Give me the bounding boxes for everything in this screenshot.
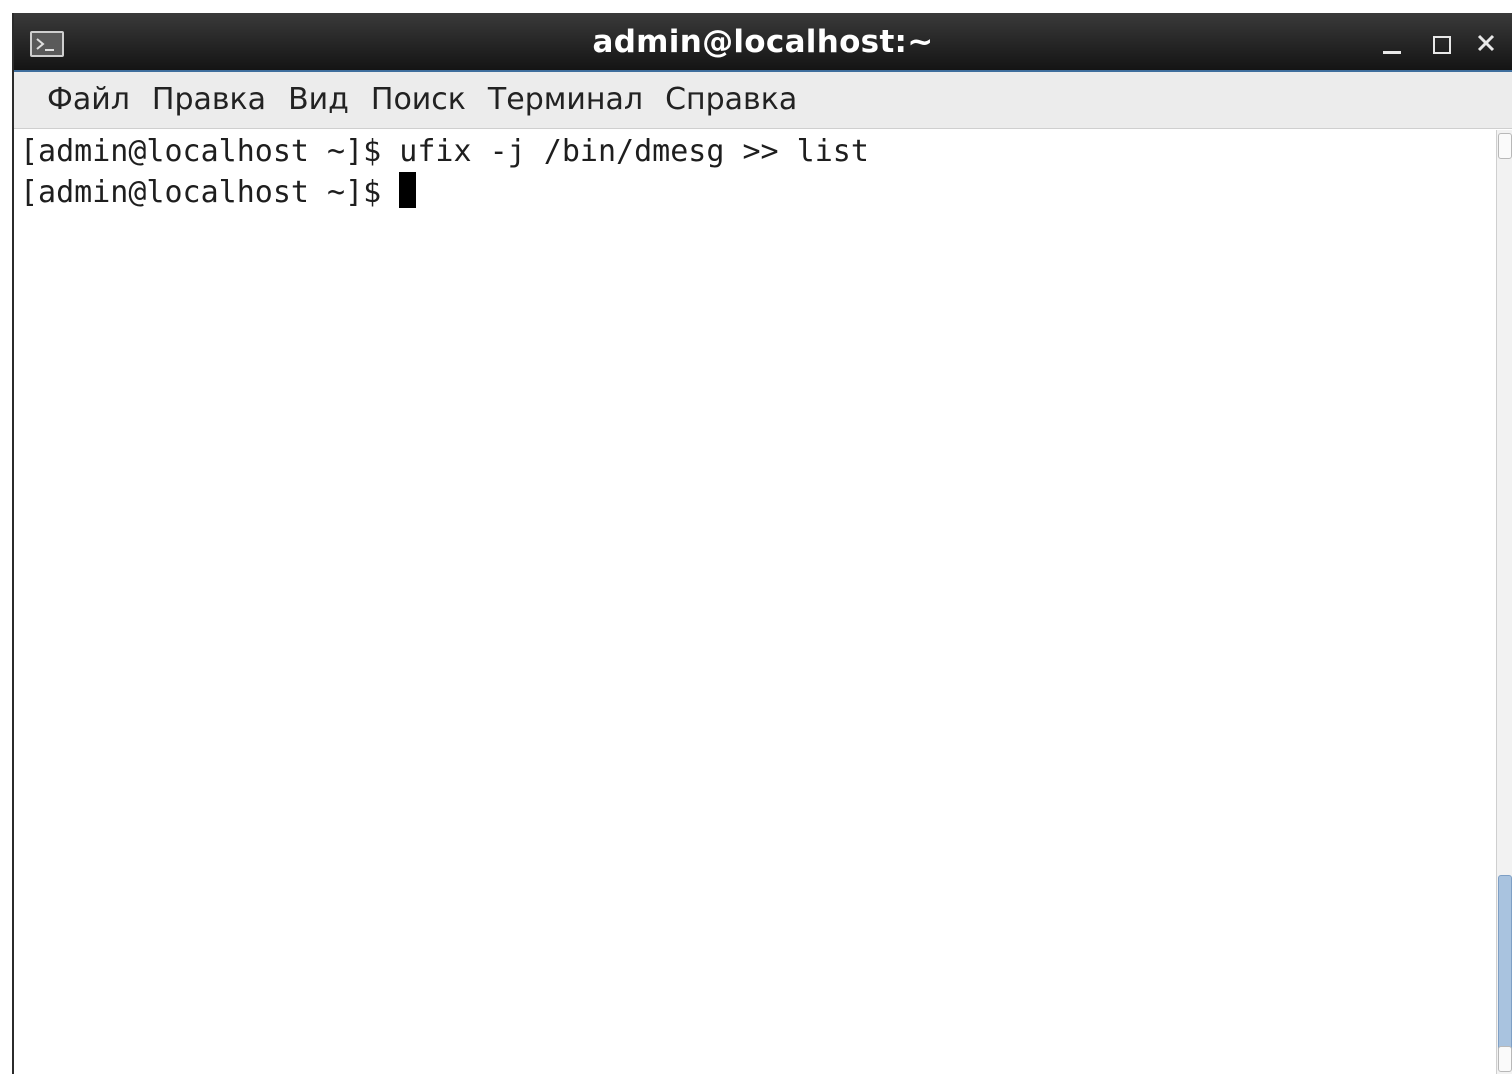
menu-search[interactable]: Поиск bbox=[360, 76, 477, 124]
maximize-icon[interactable] bbox=[1416, 13, 1464, 72]
terminal-output[interactable]: [admin@localhost ~]$ ufix -j /bin/dmesg … bbox=[14, 130, 1496, 1074]
window-controls bbox=[1368, 13, 1512, 72]
vertical-scrollbar[interactable] bbox=[1496, 130, 1512, 1074]
terminal-window: admin@localhost:~ Файл Правка Вид Поиск … bbox=[12, 13, 1512, 1074]
minimize-icon[interactable] bbox=[1368, 13, 1416, 72]
terminal-line-text: [admin@localhost ~]$ ufix -j /bin/dmesg … bbox=[20, 134, 869, 169]
menu-file[interactable]: Файл bbox=[36, 76, 141, 124]
menu-terminal[interactable]: Терминал bbox=[477, 76, 654, 124]
menu-bar: Файл Правка Вид Поиск Терминал Справка bbox=[14, 72, 1512, 129]
title-bar[interactable]: admin@localhost:~ bbox=[14, 13, 1512, 72]
window-title: admin@localhost:~ bbox=[592, 24, 934, 60]
terminal-line: [admin@localhost ~]$ ufix -j /bin/dmesg … bbox=[20, 132, 1496, 172]
close-icon[interactable] bbox=[1464, 13, 1512, 72]
text-cursor bbox=[399, 172, 417, 208]
menu-edit[interactable]: Правка bbox=[141, 76, 277, 124]
scroll-down-icon[interactable] bbox=[1498, 1046, 1512, 1072]
scroll-thumb[interactable] bbox=[1498, 875, 1512, 1060]
scroll-up-icon[interactable] bbox=[1498, 133, 1512, 159]
terminal-prompt-line: [admin@localhost ~]$ bbox=[20, 172, 1496, 212]
menu-view[interactable]: Вид bbox=[277, 76, 360, 124]
menu-help[interactable]: Справка bbox=[654, 76, 808, 124]
terminal-prompt-text: [admin@localhost ~]$ bbox=[20, 175, 400, 210]
